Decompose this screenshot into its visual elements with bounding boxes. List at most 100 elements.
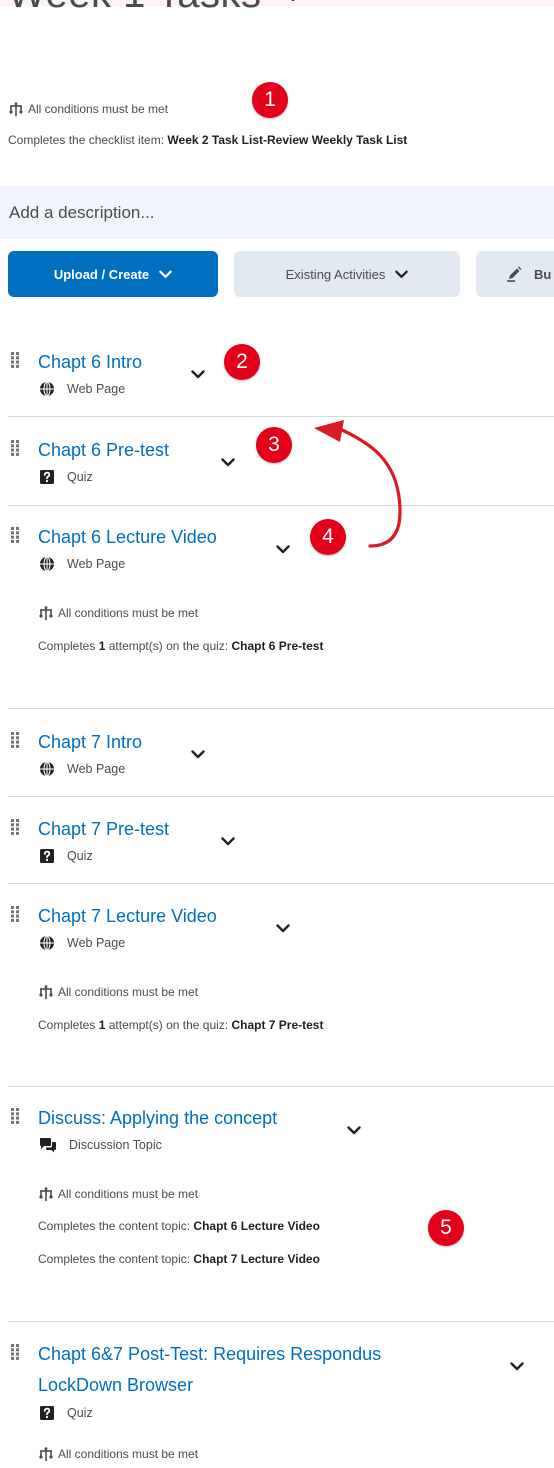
chevron-down-icon[interactable] [276, 545, 290, 554]
release-conditions-label: All conditions must be met [58, 606, 199, 620]
release-condition-detail: Completes the content topic: Chapt 6 Lec… [38, 1219, 320, 1233]
release-conditions-icon [8, 102, 24, 116]
item-title[interactable]: Chapt 7 Intro [38, 731, 142, 753]
condition-prefix: Completes [38, 639, 99, 653]
release-conditions: All conditions must be met [38, 1187, 198, 1201]
item-type-label: Web Page [67, 936, 126, 950]
divider [8, 1086, 554, 1087]
bulk-edit-label: Bu [534, 266, 552, 282]
chevron-down-icon [395, 270, 408, 279]
condition-prefix: Completes the content topic: [38, 1219, 194, 1233]
callout-badge: 3 [256, 427, 292, 463]
release-conditions: All conditions must be met [38, 606, 198, 620]
divider [8, 796, 554, 797]
item-title[interactable]: Chapt 6&7 Post-Test: Requires Respondus [38, 1343, 381, 1365]
release-conditions-label: All conditions must be met [28, 102, 169, 116]
item-type: Web Page [39, 556, 125, 572]
item-type-label: Web Page [67, 557, 126, 571]
globe-icon [39, 556, 55, 572]
condition-mid: attempt(s) on the quiz: [105, 1018, 232, 1032]
condition-prefix: Completes the checklist item: [8, 133, 168, 147]
globe-icon [39, 935, 55, 951]
callout-badge: 1 [252, 82, 288, 118]
divider [8, 505, 554, 506]
item-type: Web Page [39, 935, 125, 951]
item-type-label: Quiz [67, 1406, 93, 1420]
divider [8, 1321, 554, 1322]
chevron-down-icon[interactable] [283, 0, 303, 2]
divider [8, 883, 554, 884]
release-conditions-label: All conditions must be met [58, 1447, 199, 1461]
condition-target[interactable]: Chapt 6 Pre-test [231, 639, 323, 653]
chevron-down-icon[interactable] [510, 1362, 524, 1371]
item-type-label: Quiz [67, 470, 93, 484]
callout-badge: 2 [224, 344, 260, 380]
drag-handle-icon[interactable] [11, 732, 19, 748]
item-title[interactable]: Chapt 7 Lecture Video [38, 905, 217, 927]
item-title[interactable]: Chapt 6 Lecture Video [38, 526, 217, 548]
drag-handle-icon[interactable] [11, 1344, 19, 1360]
divider [8, 708, 554, 709]
condition-target[interactable]: Chapt 7 Lecture Video [193, 1252, 319, 1266]
release-conditions: All conditions must be met [38, 985, 198, 999]
condition-target[interactable]: Chapt 6 Lecture Video [193, 1219, 319, 1233]
chevron-down-icon[interactable] [221, 458, 235, 467]
item-type: Quiz [39, 469, 93, 485]
chevron-down-icon[interactable] [191, 370, 205, 379]
release-conditions-icon [38, 606, 54, 620]
item-type: Web Page [39, 381, 125, 397]
description-placeholder: Add a description... [9, 202, 155, 222]
release-condition-detail: Completes the checklist item: Week 2 Tas… [8, 133, 407, 147]
bulk-edit-button[interactable]: Bu [476, 251, 554, 297]
globe-icon [39, 381, 55, 397]
condition-prefix: Completes the content topic: [38, 1252, 194, 1266]
item-title[interactable]: Chapt 6 Pre-test [38, 439, 169, 461]
callout-badge: 5 [428, 1210, 464, 1246]
drag-handle-icon[interactable] [11, 352, 19, 368]
existing-activities-button[interactable]: Existing Activities [234, 251, 460, 297]
release-conditions: All conditions must be met [8, 102, 168, 116]
description-field[interactable]: Add a description... [0, 186, 554, 239]
divider [8, 416, 554, 417]
chevron-down-icon [159, 270, 172, 279]
item-type: Quiz [39, 1405, 93, 1421]
release-condition-detail: Completes 1 attempt(s) on the quiz: Chap… [38, 639, 323, 653]
existing-activities-label: Existing Activities [285, 266, 386, 282]
upload-create-label: Upload / Create [53, 266, 150, 282]
upload-create-button[interactable]: Upload / Create [8, 251, 218, 297]
item-type: Web Page [39, 761, 125, 777]
week-title[interactable]: Week 1 Tasks [8, 0, 303, 17]
drag-handle-icon[interactable] [11, 819, 19, 835]
drag-handle-icon[interactable] [11, 1108, 19, 1124]
discussion-icon [39, 1137, 57, 1153]
chevron-down-icon[interactable] [276, 924, 290, 933]
quiz-icon [39, 848, 55, 864]
item-title[interactable]: Chapt 7 Pre-test [38, 818, 169, 840]
item-type-label: Quiz [67, 849, 93, 863]
condition-target[interactable]: Week 2 Task List-Review Weekly Task List [167, 133, 407, 147]
condition-mid: attempt(s) on the quiz: [105, 639, 232, 653]
week-title-text: Week 1 Tasks [8, 0, 262, 16]
chevron-down-icon[interactable] [191, 750, 205, 759]
release-conditions-label: All conditions must be met [58, 1187, 199, 1201]
condition-prefix: Completes [38, 1018, 99, 1032]
release-condition-detail: Completes the content topic: Chapt 7 Lec… [38, 1252, 320, 1266]
drag-handle-icon[interactable] [11, 527, 19, 543]
drag-handle-icon[interactable] [11, 906, 19, 922]
item-title[interactable]: Discuss: Applying the concept [38, 1107, 277, 1129]
chevron-down-icon[interactable] [221, 837, 235, 846]
item-title[interactable]: Chapt 6 Intro [38, 351, 142, 373]
item-type-label: Web Page [67, 762, 126, 776]
release-condition-detail: Completes 1 attempt(s) on the quiz: Chap… [38, 1018, 323, 1032]
quiz-icon [39, 1405, 55, 1421]
release-conditions-label: All conditions must be met [58, 985, 199, 999]
release-conditions: All conditions must be met [38, 1447, 198, 1461]
drag-handle-icon[interactable] [11, 440, 19, 456]
item-title-continued[interactable]: LockDown Browser [38, 1374, 193, 1396]
chevron-down-icon[interactable] [347, 1126, 361, 1135]
item-type-label: Discussion Topic [69, 1138, 162, 1152]
condition-target[interactable]: Chapt 7 Pre-test [231, 1018, 323, 1032]
pencil-icon [506, 266, 524, 282]
item-type: Discussion Topic [39, 1137, 162, 1153]
globe-icon [39, 761, 55, 777]
